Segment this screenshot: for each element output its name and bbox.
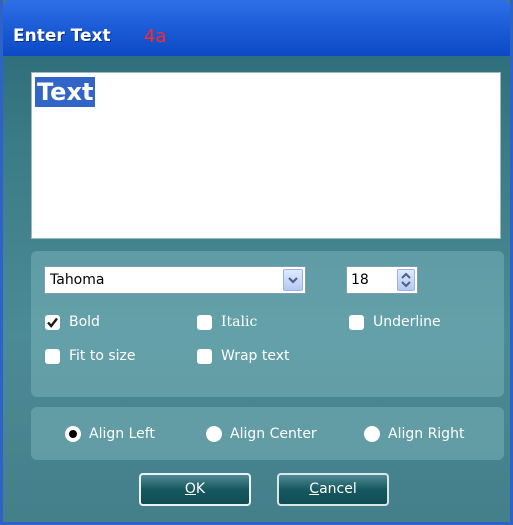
selected-text[interactable]: Text [35,77,96,107]
align-left-label: Align Left [89,426,155,442]
align-right-radio[interactable]: Align Right [364,425,464,443]
annotation-label: 4a [144,26,167,47]
radio-icon[interactable] [364,426,380,442]
checkbox-box[interactable] [197,314,212,330]
dialog-body: Text Tahoma 18 Bold Italic Underline Fit… [3,56,510,522]
align-center-label: Align Center [230,426,317,442]
text-input-area[interactable]: Text [31,72,501,239]
italic-label: Italic [221,314,258,330]
checkmark-icon [47,317,58,328]
dropdown-arrow-button[interactable] [283,269,303,291]
spin-up-down-icon [401,272,411,288]
wrap-text-label: Wrap text [221,348,290,364]
font-options-panel: Tahoma 18 Bold Italic Underline Fit to s… [31,251,504,397]
wrap-text-checkbox[interactable]: Wrap text [197,347,290,365]
alignment-panel: Align Left Align Center Align Right [31,407,504,460]
checkbox-box[interactable] [45,314,60,330]
ok-mnemonic: O [184,481,196,497]
font-size-spinner[interactable]: 18 [346,266,418,294]
align-left-radio[interactable]: Align Left [65,425,155,443]
font-family-value: Tahoma [50,272,105,288]
cancel-button[interactable]: Cancel [277,473,389,506]
spin-buttons[interactable] [397,269,415,291]
dialog-title: Enter Text [13,26,111,46]
font-family-dropdown[interactable]: Tahoma [44,266,306,294]
align-right-label: Align Right [388,426,465,442]
radio-selected-icon[interactable] [65,426,81,442]
italic-checkbox[interactable]: Italic [197,313,257,331]
font-size-value: 18 [351,272,369,288]
checkbox-box[interactable] [45,348,60,364]
underline-checkbox[interactable]: Underline [349,313,441,331]
enter-text-dialog: Enter Text 4a Text Tahoma 18 Bold Italic… [0,0,513,525]
chevron-down-icon [288,277,298,284]
align-center-radio[interactable]: Align Center [206,425,317,443]
bold-checkbox[interactable]: Bold [45,313,100,331]
checkbox-box[interactable] [349,314,364,330]
cancel-mnemonic: C [309,481,320,497]
fit-to-size-checkbox[interactable]: Fit to size [45,347,136,365]
title-bar[interactable]: Enter Text 4a [3,0,510,56]
ok-label-rest: K [195,481,206,497]
radio-icon[interactable] [206,426,222,442]
cancel-label-rest: ancel [319,481,357,497]
ok-button[interactable]: OK [139,473,251,506]
underline-label: Underline [373,314,441,330]
fit-to-size-label: Fit to size [69,348,136,364]
bold-label: Bold [69,314,100,330]
checkbox-box[interactable] [197,348,212,364]
